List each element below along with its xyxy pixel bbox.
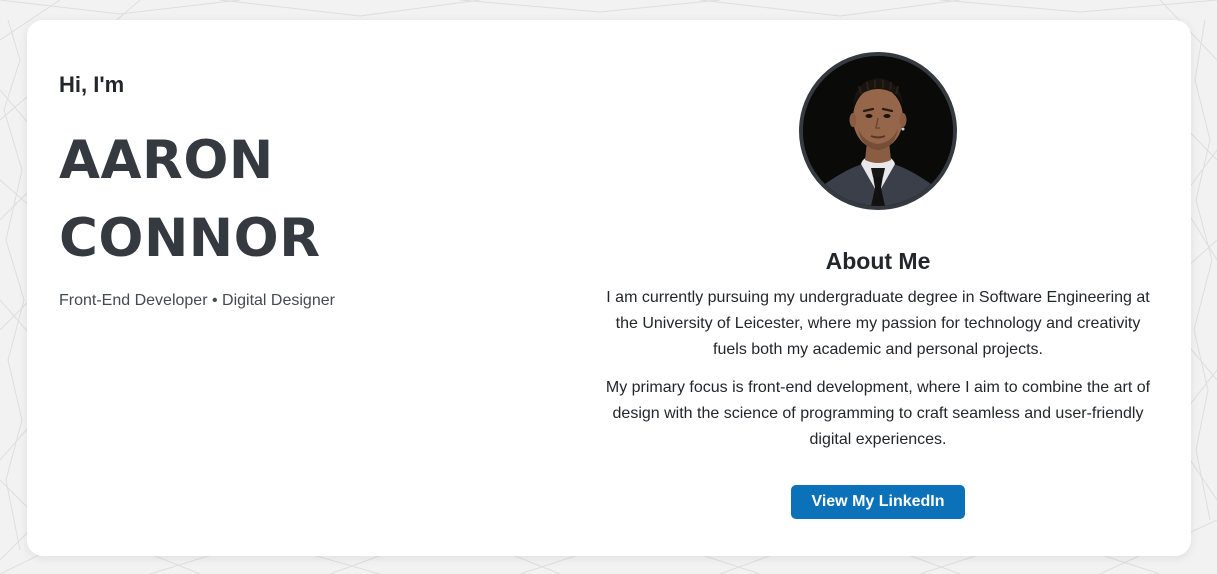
intro-section: Hi, I'm AARON CONNOR Front-End Developer… — [59, 70, 579, 312]
about-paragraph-1: I am currently pursuing my undergraduate… — [606, 289, 1150, 358]
name-heading: AARON CONNOR — [59, 122, 579, 278]
profile-photo-icon — [803, 56, 953, 206]
hero-card: Hi, I'm AARON CONNOR Front-End Developer… — [27, 20, 1191, 556]
about-title: About Me — [825, 248, 931, 274]
view-linkedin-button[interactable]: View My LinkedIn — [791, 485, 965, 519]
about-paragraph-2: My primary focus is front-end developmen… — [605, 379, 1151, 448]
name-first: AARON — [59, 130, 274, 191]
name-last: CONNOR — [59, 208, 321, 269]
greeting-text: Hi, I'm — [59, 72, 125, 97]
tagline: Front-End Developer • Digital Designer — [59, 292, 335, 309]
profile-photo — [799, 52, 957, 210]
about-section: About Me I am currently pursuing my unde… — [597, 52, 1159, 519]
